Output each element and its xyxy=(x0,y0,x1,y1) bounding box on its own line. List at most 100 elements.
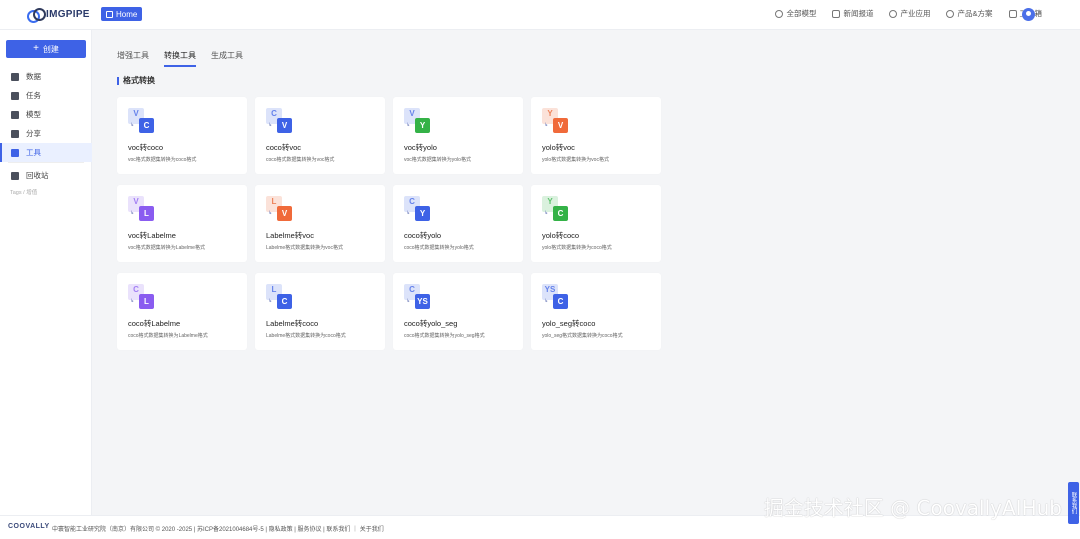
format-convert-icon: Y ↳ C xyxy=(542,196,568,222)
card-description: coco格式数据集转换为voc格式 xyxy=(266,157,335,163)
tab-augment-tools[interactable]: 增强工具 xyxy=(117,50,149,67)
create-label: 创建 xyxy=(42,44,59,54)
card-description: yolo_seg格式数据集转换为coco格式 xyxy=(542,333,623,339)
card-description: yolo格式数据集转换为voc格式 xyxy=(542,157,609,163)
arrow-icon: ↳ xyxy=(406,298,411,304)
breadcrumb: Tags / 增值 xyxy=(10,190,38,196)
card-title: yolo转voc xyxy=(542,143,575,152)
sidebar: + 创建 数据 任务 模型 分享 工具 回收站 Tags / 增值 xyxy=(0,30,92,515)
tool-card[interactable]: V ↳ Lvoc转Labelme voc格式数据集转换为Labelme格式 xyxy=(117,185,247,262)
tool-card[interactable]: V ↳ Cvoc转coco voc格式数据集转换为coco格式 xyxy=(117,97,247,174)
card-title: Labelme转coco xyxy=(266,319,319,328)
task-icon xyxy=(11,91,19,100)
location-icon xyxy=(946,9,955,18)
sidebar-item-label: 工具 xyxy=(26,148,41,157)
contact-us-button[interactable]: 联系我们 xyxy=(1068,482,1079,524)
tab-generate-tools[interactable]: 生成工具 xyxy=(211,50,243,67)
tool-card[interactable]: V ↳ Yvoc转yolo voc格式数据集转换为yolo格式 xyxy=(393,97,523,174)
arrow-icon: ↳ xyxy=(406,210,411,216)
home-icon xyxy=(106,10,113,18)
target-format-badge: C xyxy=(277,294,292,309)
top-header: IMGPIPE Home 全部模型 新闻报道 产业应用 产品&方案 工具箱 ▼ xyxy=(0,0,1080,30)
tool-card[interactable]: L ↳ C Labelme转coco Labelme格式数据集转换为coco格式 xyxy=(255,273,385,350)
section-title: 格式转换 xyxy=(117,77,155,85)
format-convert-icon: C ↳ L xyxy=(128,284,154,310)
sidebar-item-models[interactable]: 模型 xyxy=(0,105,92,124)
arrow-icon: ↳ xyxy=(130,210,135,216)
sidebar-item-tools[interactable]: 工具 xyxy=(0,143,92,162)
target-format-badge: C xyxy=(553,294,568,309)
card-description: voc格式数据集转换为coco格式 xyxy=(128,157,197,163)
format-convert-icon: C ↳ Y xyxy=(404,196,430,222)
target-format-badge: L xyxy=(139,294,154,309)
target-format-badge: L xyxy=(139,206,154,221)
home-tab[interactable]: Home xyxy=(101,7,143,21)
target-format-badge: V xyxy=(553,118,568,133)
tools-icon xyxy=(11,148,19,157)
industry-icon xyxy=(889,9,898,18)
nav-label: 新闻报道 xyxy=(843,9,874,18)
tool-card[interactable]: C ↳ L coco转Labelme coco格式数据集转换为Labelme格式 xyxy=(117,273,247,350)
target-format-badge: C xyxy=(139,118,154,133)
format-convert-icon: L ↳ V xyxy=(266,196,292,222)
format-convert-icon: L ↳ C xyxy=(266,284,292,310)
card-title: voc转Labelme xyxy=(128,231,176,240)
arrow-icon: ↳ xyxy=(544,210,549,216)
card-title: voc转coco xyxy=(128,143,164,152)
tool-card[interactable]: Y ↳ Cyolo转coco yolo格式数据集转换为coco格式 xyxy=(531,185,661,262)
create-button[interactable]: + 创建 xyxy=(6,40,86,58)
data-icon xyxy=(11,72,19,81)
card-description: coco格式数据集转换为Labelme格式 xyxy=(128,333,208,339)
top-nav: 全部模型 新闻报道 产业应用 产品&方案 工具箱 xyxy=(775,8,1042,19)
sidebar-item-label: 数据 xyxy=(26,72,41,81)
tool-card[interactable]: L ↳ V Labelme转voc Labelme格式数据集转换为voc格式 xyxy=(255,185,385,262)
arrow-icon: ↳ xyxy=(406,122,411,128)
arrow-icon: ↳ xyxy=(130,122,135,128)
share-icon xyxy=(11,129,19,138)
arrow-icon: ↳ xyxy=(544,122,549,128)
home-tab-label: Home xyxy=(116,9,138,19)
nav-news[interactable]: 新闻报道 xyxy=(832,8,873,19)
sidebar-item-label: 任务 xyxy=(26,91,41,100)
tool-card[interactable]: Y ↳ Vyolo转voc yolo格式数据集转换为voc格式 xyxy=(531,97,661,174)
target-format-badge: V xyxy=(277,118,292,133)
app-logo[interactable]: IMGPIPE xyxy=(27,8,90,23)
nav-products[interactable]: 产品&方案 xyxy=(946,8,993,19)
card-description: yolo格式数据集转换为coco格式 xyxy=(542,245,612,251)
format-convert-icon: V ↳ C xyxy=(128,108,154,134)
arrow-icon: ↳ xyxy=(268,122,273,128)
chevron-down-icon[interactable]: ▼ xyxy=(1037,10,1043,16)
sidebar-item-tasks[interactable]: 任务 xyxy=(0,86,92,105)
target-format-badge: YS xyxy=(415,294,430,309)
card-description: coco格式数据集转换为yolo格式 xyxy=(404,245,474,251)
sidebar-item-trash[interactable]: 回收站 xyxy=(0,166,92,185)
card-title: coco转yolo_seg xyxy=(404,319,458,328)
target-format-badge: C xyxy=(553,206,568,221)
tool-card[interactable]: C ↳ YS coco转yolo_seg coco格式数据集转换为yolo_seg格式 xyxy=(393,273,523,350)
tool-card-grid: V ↳ Cvoc转coco voc格式数据集转换为coco格式 C ↳ Vcoco转voc… xyxy=(117,97,661,350)
arrow-icon: ↳ xyxy=(268,298,273,304)
tab-convert-tools[interactable]: 转换工具 xyxy=(164,50,196,67)
footer-logo: COOVALLY xyxy=(8,523,50,530)
sidebar-nav: 数据 任务 模型 分享 工具 回收站 xyxy=(0,67,92,185)
format-convert-icon: C ↳ V xyxy=(266,108,292,134)
logo-text: IMGPIPE xyxy=(46,8,90,20)
card-description: Labelme格式数据集转换为coco格式 xyxy=(266,333,346,339)
sidebar-item-data[interactable]: 数据 xyxy=(0,67,92,86)
nav-label: 产业应用 xyxy=(900,9,931,18)
user-avatar[interactable] xyxy=(1022,8,1035,21)
tool-card[interactable]: C ↳ Vcoco转voc coco格式数据集转换为voc格式 xyxy=(255,97,385,174)
tool-card[interactable]: C ↳ Ycoco转yolo coco格式数据集转换为yolo格式 xyxy=(393,185,523,262)
sidebar-item-label: 分享 xyxy=(26,129,41,138)
sidebar-item-label: 回收站 xyxy=(26,171,49,180)
watermark: 掘金技术社区 @ CoovallyAIHub xyxy=(763,496,1062,520)
tool-card[interactable]: YS ↳ Cyolo_seg转coco yolo_seg格式数据集转换为coco格式 xyxy=(531,273,661,350)
card-title: coco转Labelme xyxy=(128,319,181,328)
sidebar-item-share[interactable]: 分享 xyxy=(0,124,92,143)
target-format-badge: Y xyxy=(415,118,430,133)
nav-label: 全部模型 xyxy=(786,9,817,18)
nav-industry[interactable]: 产业应用 xyxy=(889,8,930,19)
format-convert-icon: C ↳ YS xyxy=(404,284,430,310)
toolbox-icon xyxy=(1008,9,1017,18)
nav-all-models[interactable]: 全部模型 xyxy=(775,8,816,19)
